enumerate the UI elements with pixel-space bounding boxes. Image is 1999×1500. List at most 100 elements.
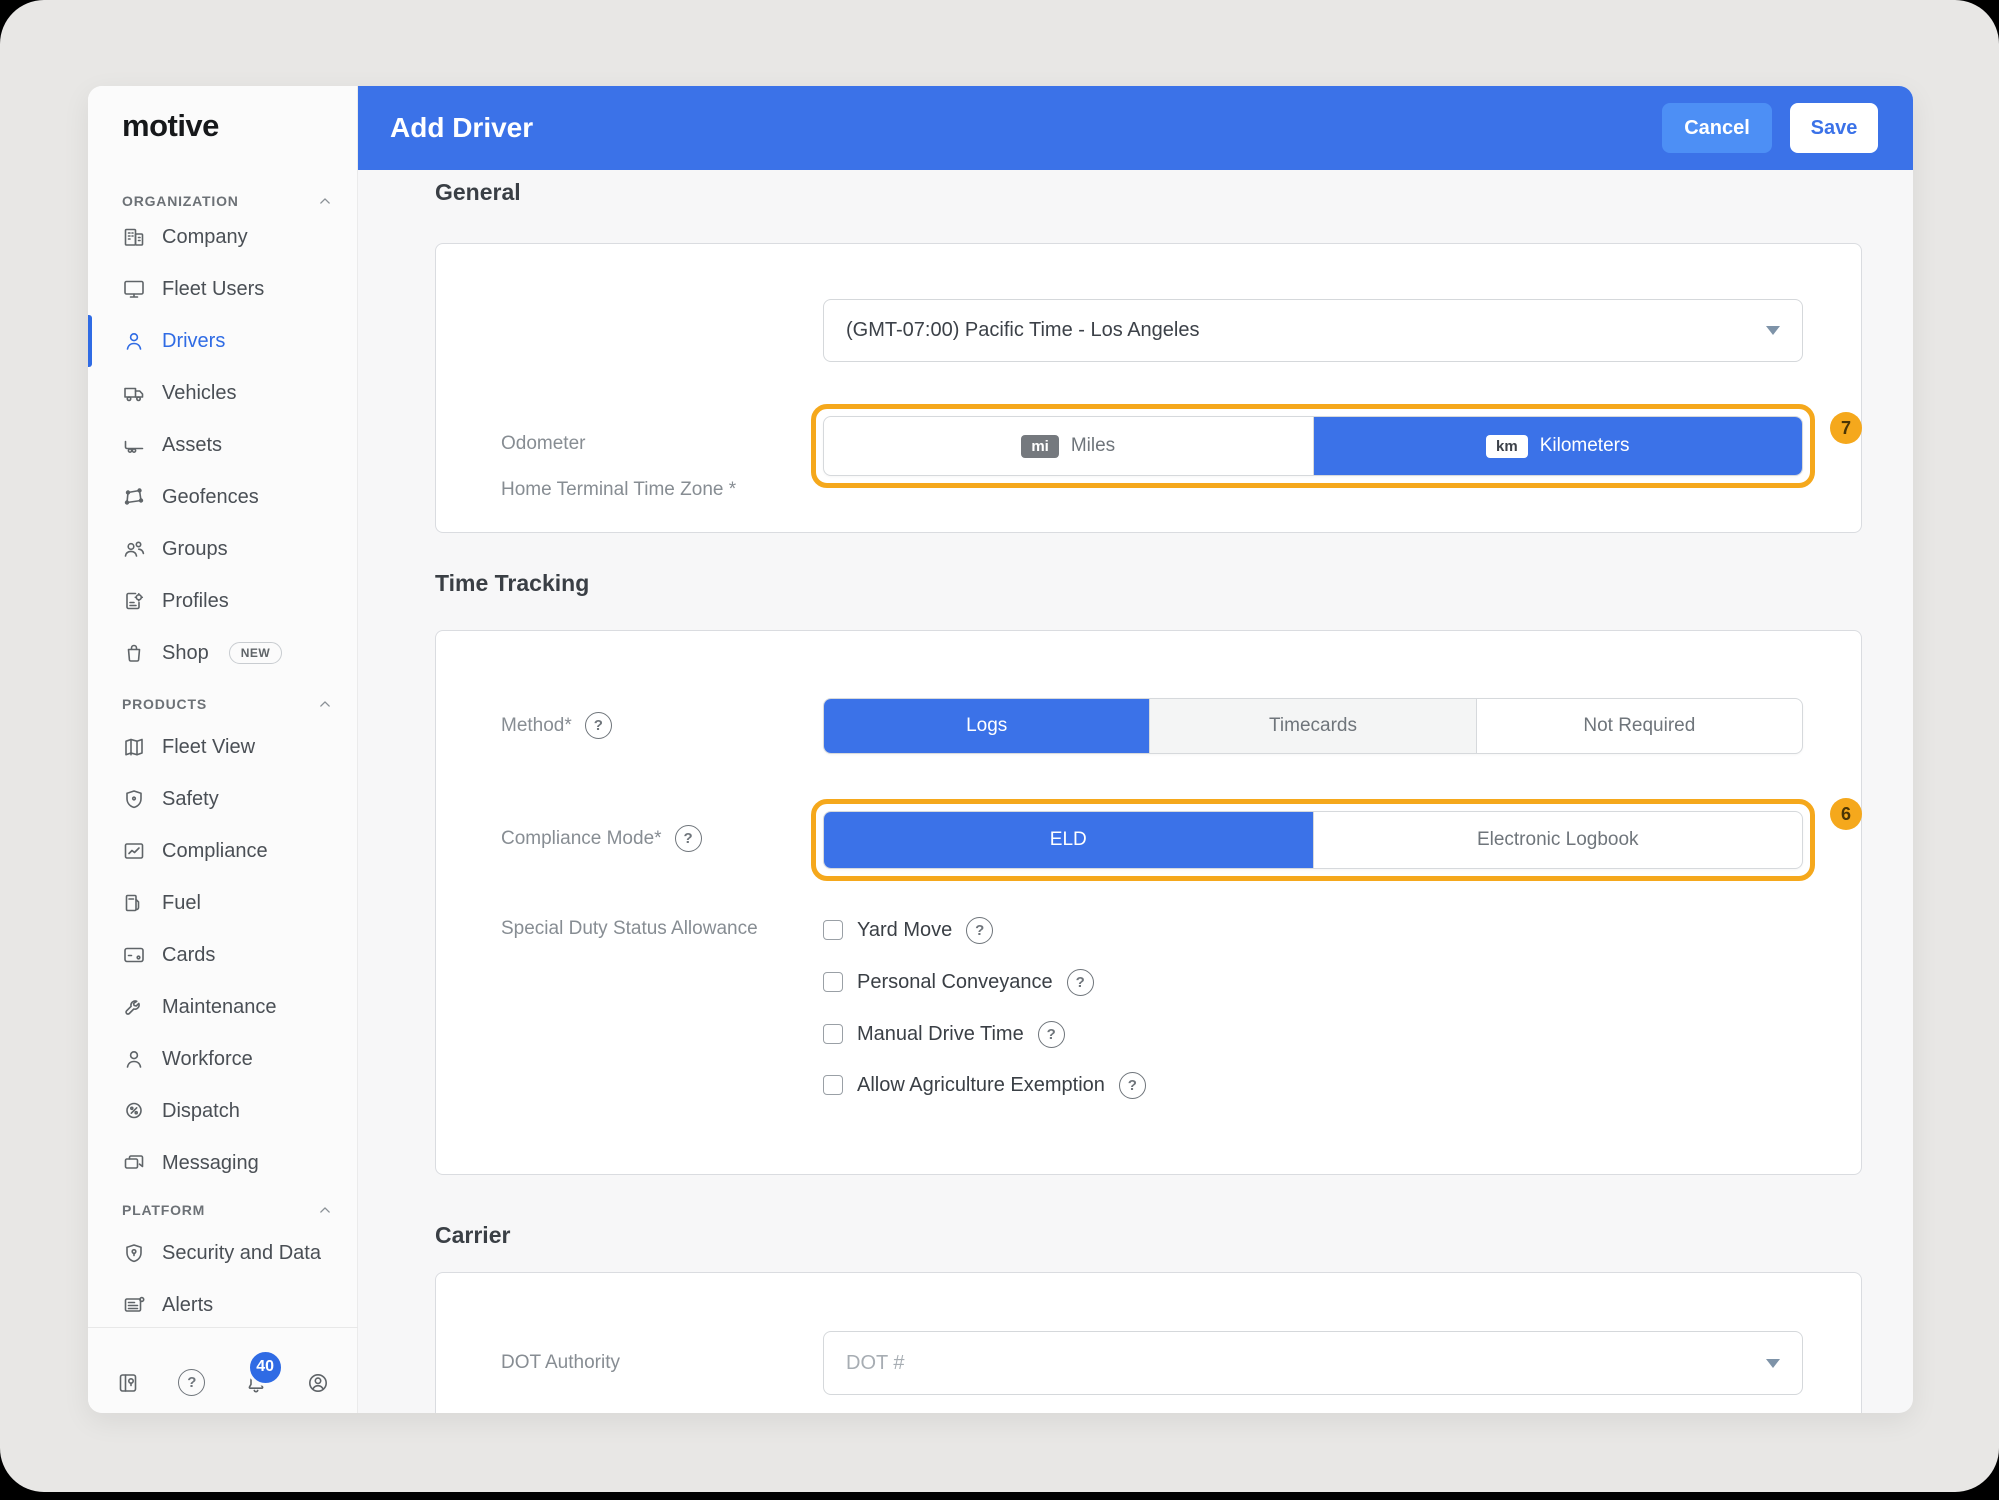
personal-conveyance-row: Personal Conveyance ? — [823, 968, 1094, 996]
allow-agriculture-exemption-label: Allow Agriculture Exemption — [857, 1074, 1105, 1097]
help-icon[interactable]: ? — [585, 712, 612, 739]
annotation-step-badge-6: 6 — [1830, 798, 1862, 830]
allow-agriculture-exemption-checkbox[interactable] — [823, 1075, 843, 1095]
sidebar-item-label: Shop — [162, 642, 209, 665]
active-indicator-bar — [88, 315, 92, 367]
compliance-option-eld[interactable]: ELD — [824, 812, 1313, 868]
general-card: Home Terminal Time Zone * (GMT-07:00) Pa… — [435, 243, 1862, 533]
monitor-icon — [122, 277, 146, 301]
yard-move-checkbox[interactable] — [823, 920, 843, 940]
compliance-mode-label: Compliance Mode* ? — [501, 825, 702, 852]
sidebar-item-assets[interactable]: Assets — [88, 419, 357, 471]
dropdown-arrow-icon — [1766, 326, 1780, 335]
sidebar-item-fleet-view[interactable]: Fleet View — [88, 721, 357, 773]
sidebar-item-fuel[interactable]: Fuel — [88, 877, 357, 929]
time-tracking-section-heading: Time Tracking — [435, 570, 589, 597]
section-label: PRODUCTS — [122, 696, 207, 712]
guide-book-icon[interactable] — [116, 1371, 140, 1395]
sidebar-item-vehicles[interactable]: Vehicles — [88, 367, 357, 419]
allow-agriculture-exemption-row: Allow Agriculture Exemption ? — [823, 1071, 1146, 1099]
sidebar-item-label: Dispatch — [162, 1100, 240, 1123]
method-option-timecards[interactable]: Timecards — [1149, 699, 1475, 753]
timezone-label: Home Terminal Time Zone * — [501, 479, 736, 501]
help-icon[interactable]: ? — [178, 1369, 205, 1396]
person-icon — [122, 1047, 146, 1071]
odometer-label: Odometer — [501, 433, 585, 455]
shield-lock-icon — [122, 1241, 146, 1265]
help-icon[interactable]: ? — [1067, 969, 1094, 996]
help-icon[interactable]: ? — [966, 917, 993, 944]
fuel-pump-icon — [122, 891, 146, 915]
sidebar-item-label: Groups — [162, 538, 228, 561]
sidebar-item-label: Messaging — [162, 1152, 259, 1175]
sidebar-item-workforce[interactable]: Workforce — [88, 1033, 357, 1085]
carrier-card: DOT Authority — [435, 1272, 1862, 1413]
sidebar-item-company[interactable]: Company — [88, 211, 357, 263]
sidebar-item-messaging[interactable]: Messaging — [88, 1137, 357, 1189]
method-option-not-required[interactable]: Not Required — [1476, 699, 1802, 753]
sidebar-item-alerts[interactable]: Alerts — [88, 1279, 357, 1331]
sidebar-item-drivers[interactable]: Drivers — [88, 315, 357, 367]
notifications-button[interactable]: 40 — [244, 1371, 268, 1395]
personal-conveyance-checkbox[interactable] — [823, 972, 843, 992]
compliance-option-electronic-logbook[interactable]: Electronic Logbook — [1313, 812, 1803, 868]
sidebar-item-label: Company — [162, 226, 248, 249]
method-toggle: Logs Timecards Not Required — [823, 698, 1803, 754]
sidebar-item-profiles[interactable]: Profiles — [88, 575, 357, 627]
sidebar-item-geofences[interactable]: Geofences — [88, 471, 357, 523]
sidebar-item-label: Maintenance — [162, 996, 277, 1019]
trailer-icon — [122, 433, 146, 457]
chevron-up-icon[interactable] — [315, 191, 335, 211]
sidebar-item-label: Fleet Users — [162, 278, 264, 301]
sidebar-item-fleet-users[interactable]: Fleet Users — [88, 263, 357, 315]
sidebar-item-security-and-data[interactable]: Security and Data — [88, 1227, 357, 1279]
motive-logo: motive — [122, 108, 219, 144]
sidebar-item-label: Fleet View — [162, 736, 255, 759]
sidebar-item-safety[interactable]: Safety — [88, 773, 357, 825]
odometer-option-miles[interactable]: mi Miles — [824, 417, 1313, 475]
section-label: PLATFORM — [122, 1202, 205, 1218]
help-icon[interactable]: ? — [1119, 1072, 1146, 1099]
sidebar-item-cards[interactable]: Cards — [88, 929, 357, 981]
manual-drive-time-checkbox[interactable] — [823, 1024, 843, 1044]
sidebar-item-shop[interactable]: Shop NEW — [88, 627, 357, 679]
dot-authority-label: DOT Authority — [501, 1352, 620, 1374]
sidebar-item-maintenance[interactable]: Maintenance — [88, 981, 357, 1033]
sidebar-item-label: Vehicles — [162, 382, 237, 405]
sidebar-item-label: Fuel — [162, 892, 201, 915]
section-label: ORGANIZATION — [122, 193, 239, 209]
manual-drive-time-row: Manual Drive Time ? — [823, 1020, 1065, 1048]
account-icon[interactable] — [306, 1371, 330, 1395]
method-option-logs[interactable]: Logs — [824, 699, 1149, 753]
method-label: Method* ? — [501, 712, 612, 739]
geofence-icon — [122, 485, 146, 509]
notification-count-badge: 40 — [247, 1349, 284, 1386]
sidebar-section-organization: ORGANIZATION — [122, 190, 335, 212]
chevron-up-icon[interactable] — [315, 694, 335, 714]
save-button[interactable]: Save — [1790, 103, 1878, 153]
new-badge: NEW — [229, 642, 283, 664]
sidebar-item-label: Compliance — [162, 840, 268, 863]
odometer-option-kilometers[interactable]: km Kilometers — [1313, 417, 1803, 475]
sidebar-item-groups[interactable]: Groups — [88, 523, 357, 575]
km-unit-chip: km — [1486, 435, 1528, 458]
timezone-select[interactable]: (GMT-07:00) Pacific Time - Los Angeles — [823, 299, 1803, 362]
sidebar: motive ORGANIZATION Company Fleet Users … — [88, 86, 358, 1413]
cancel-button[interactable]: Cancel — [1662, 103, 1772, 153]
chevron-up-icon[interactable] — [315, 1200, 335, 1220]
alerts-feed-icon — [122, 1293, 146, 1317]
sidebar-item-label: Security and Data — [162, 1242, 321, 1265]
building-icon — [122, 225, 146, 249]
dot-authority-select[interactable] — [823, 1331, 1803, 1395]
carrier-section-heading: Carrier — [435, 1222, 510, 1249]
help-icon[interactable]: ? — [1038, 1021, 1065, 1048]
dot-number-input[interactable] — [846, 1352, 1780, 1375]
sidebar-item-label: Safety — [162, 788, 219, 811]
chat-icon — [122, 1151, 146, 1175]
sidebar-section-platform: PLATFORM — [122, 1199, 335, 1221]
sidebar-item-compliance[interactable]: Compliance — [88, 825, 357, 877]
sidebar-item-dispatch[interactable]: Dispatch — [88, 1085, 357, 1137]
page-title: Add Driver — [390, 112, 533, 144]
help-icon[interactable]: ? — [675, 825, 702, 852]
timezone-value: (GMT-07:00) Pacific Time - Los Angeles — [846, 319, 1199, 342]
